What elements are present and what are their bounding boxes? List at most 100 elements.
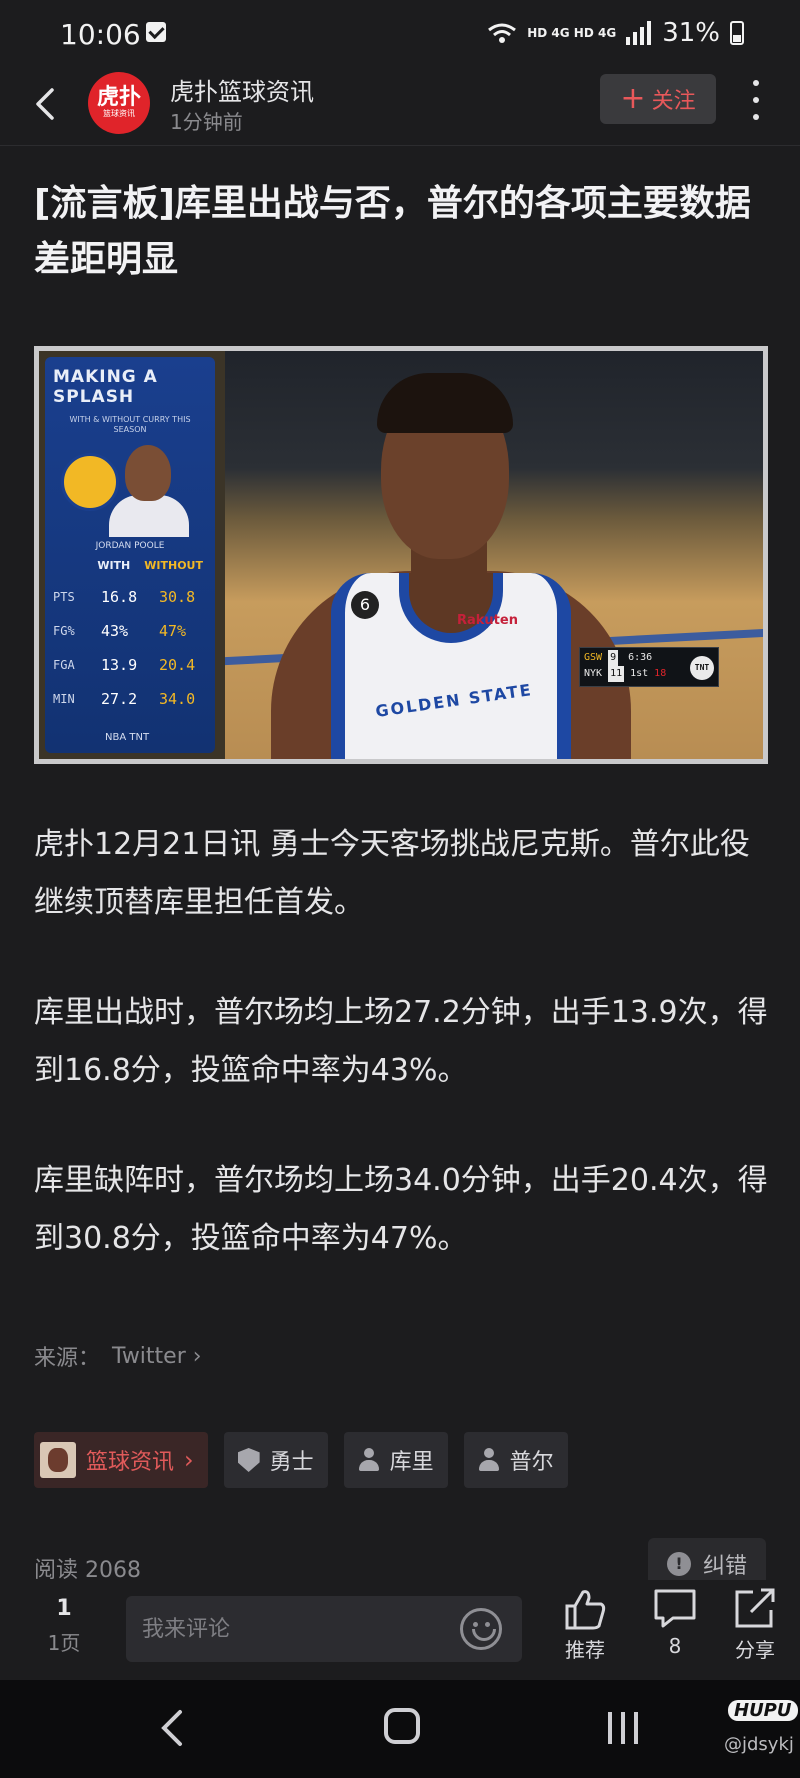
warriors-logo-icon	[61, 453, 119, 511]
panel-title: MAKING A SPLASH	[53, 367, 158, 407]
panel-column-headers: WITH WITHOUT	[53, 559, 207, 572]
article-source: 来源： Twitter ›	[34, 1340, 202, 1372]
stat-with: 13.9	[101, 656, 138, 674]
col-with: WITH	[97, 559, 131, 572]
article-title: [流言板]库里出战与否，普尔的各项主要数据差距明显	[34, 183, 751, 280]
follow-label: 关注	[651, 89, 696, 114]
checkbox-notification-icon	[146, 22, 166, 42]
post-time: 1分钟前	[170, 110, 243, 134]
comment-box	[126, 1596, 522, 1662]
person-icon	[358, 1448, 380, 1472]
follow-button[interactable]: + 关注	[600, 74, 716, 124]
plus-icon: +	[620, 81, 646, 116]
stat-with: 27.2	[101, 690, 138, 708]
share-icon	[735, 1588, 775, 1628]
col-without: WITHOUT	[144, 559, 203, 572]
wifi-icon	[488, 23, 517, 43]
stat-with: 16.8	[101, 588, 138, 606]
tag-label: 库里	[389, 1450, 434, 1475]
status-indicators: HD 4G HD 4G 31%	[487, 18, 744, 48]
stat-row: MIN 27.2 34.0	[53, 690, 207, 708]
scorebug-team2: NYK	[584, 668, 603, 679]
stat-panel: MAKING A SPLASH WITH & WITHOUT CURRY THI…	[45, 357, 215, 753]
scorebug-clock: 6:36	[628, 652, 653, 663]
comments-button[interactable]: 8	[640, 1588, 710, 1658]
more-options-icon[interactable]	[748, 80, 764, 120]
stat-row: PTS 16.8 30.8	[53, 588, 207, 606]
watermark-user: @jdsykj	[724, 1734, 794, 1755]
scorebug-team1: GSW	[584, 652, 603, 663]
channel-thumbnail	[40, 1442, 76, 1478]
channel-avatar[interactable]: 虎扑 篮球资讯	[88, 72, 150, 134]
comment-action-bar: 1 1页 推荐 8 分享	[0, 1580, 800, 1680]
scorebug: GSW 9 6:36 NYK 11 1st 18 TNT	[579, 647, 719, 687]
panel-subtitle: WITH & WITHOUT CURRY THIS SEASON	[69, 415, 191, 434]
source-link[interactable]: Twitter ›	[112, 1344, 202, 1369]
nav-home-icon[interactable]	[384, 1708, 420, 1744]
back-arrow-icon[interactable]	[28, 84, 68, 124]
page-indicator[interactable]: 1 1页	[44, 1596, 84, 1656]
article-image[interactable]: 6 Rakuten GOLDEN STATE GSW 9 6:36 NYK 11…	[34, 346, 768, 764]
nav-recents-icon[interactable]	[608, 1712, 638, 1744]
stat-label: FG%	[53, 624, 75, 638]
alert-icon: !	[666, 1552, 691, 1576]
article-paragraph: 库里缺阵时，普尔场均上场34.0分钟，出手20.4次，得到30.8分，投篮命中率…	[34, 1163, 768, 1256]
nav-back-icon[interactable]	[160, 1708, 184, 1748]
page-current: 1	[56, 1596, 72, 1621]
chevron-right-icon: ›	[184, 1446, 194, 1474]
emoji-icon[interactable]	[460, 1608, 502, 1650]
thumbs-up-icon	[565, 1590, 606, 1630]
article-header: 虎扑 篮球资讯 虎扑篮球资讯 1分钟前 + 关注	[0, 64, 800, 146]
shield-icon	[237, 1448, 260, 1472]
stat-label: MIN	[53, 692, 75, 706]
tag-list: 篮球资讯 › 勇士 库里 普尔	[34, 1432, 568, 1488]
stat-label: FGA	[53, 658, 75, 672]
article-paragraph: 虎扑12月21日讯 勇士今天客场挑战尼克斯。普尔此役继续顶替库里担任首发。	[34, 827, 750, 920]
report-label: 纠错	[702, 1554, 747, 1579]
person-icon	[478, 1448, 500, 1472]
status-bar: 10:06 HD 4G HD 4G 31%	[0, 0, 800, 70]
signal-icon	[626, 21, 652, 45]
stat-with: 43%	[101, 622, 129, 640]
comment-bubble-icon	[654, 1589, 696, 1628]
stat-label: PTS	[53, 590, 75, 604]
like-label: 推荐	[565, 1638, 605, 1662]
hupu-watermark-logo: HUPU	[728, 1700, 798, 1721]
tag-person[interactable]: 普尔	[463, 1432, 568, 1488]
scorebug-shot-clock: 18	[654, 668, 667, 679]
logo-text: 虎扑	[96, 85, 141, 110]
channel-name[interactable]: 虎扑篮球资讯	[170, 72, 314, 107]
tag-channel[interactable]: 篮球资讯 ›	[34, 1432, 208, 1488]
jersey-number-badge: 6	[351, 591, 379, 619]
tnt-logo-icon: TNT	[690, 656, 714, 680]
share-button[interactable]: 分享	[720, 1588, 790, 1663]
source-value: Twitter	[112, 1343, 186, 1369]
share-label: 分享	[735, 1638, 775, 1662]
tag-person[interactable]: 库里	[343, 1432, 448, 1488]
scorebug-quarter: 1st	[630, 668, 649, 679]
page-total: 1页	[47, 1631, 81, 1655]
stat-without: 47%	[159, 622, 187, 640]
stat-without: 34.0	[159, 690, 196, 708]
like-button[interactable]: 推荐	[550, 1588, 620, 1663]
stat-without: 30.8	[159, 588, 196, 606]
panel-network-logos: NBA TNT	[105, 732, 150, 743]
comment-count: 8	[668, 1634, 682, 1658]
stat-without: 20.4	[159, 656, 196, 674]
source-label: 来源：	[34, 1346, 101, 1371]
tag-label: 普尔	[509, 1450, 554, 1475]
panel-player-photo	[57, 445, 203, 537]
panel-player-name: JORDAN POOLE	[95, 541, 165, 551]
stat-row: FGA 13.9 20.4	[53, 656, 207, 674]
article-paragraph: 库里出战时，普尔场均上场27.2分钟，出手13.9次，得到16.8分，投篮命中率…	[34, 995, 768, 1088]
comment-input[interactable]	[142, 1596, 442, 1662]
tag-label: 篮球资讯	[86, 1450, 175, 1475]
stat-row: FG% 43% 47%	[53, 622, 207, 640]
scorebug-score2: 11	[608, 666, 625, 682]
jersey-sponsor: Rakuten	[457, 613, 518, 628]
status-time: 10:06	[60, 18, 141, 51]
system-nav-bar: HUPU @jdsykj	[0, 1680, 800, 1778]
tag-team[interactable]: 勇士	[223, 1432, 328, 1488]
scorebug-score1: 9	[608, 650, 619, 666]
battery-percent: 31%	[662, 18, 720, 48]
